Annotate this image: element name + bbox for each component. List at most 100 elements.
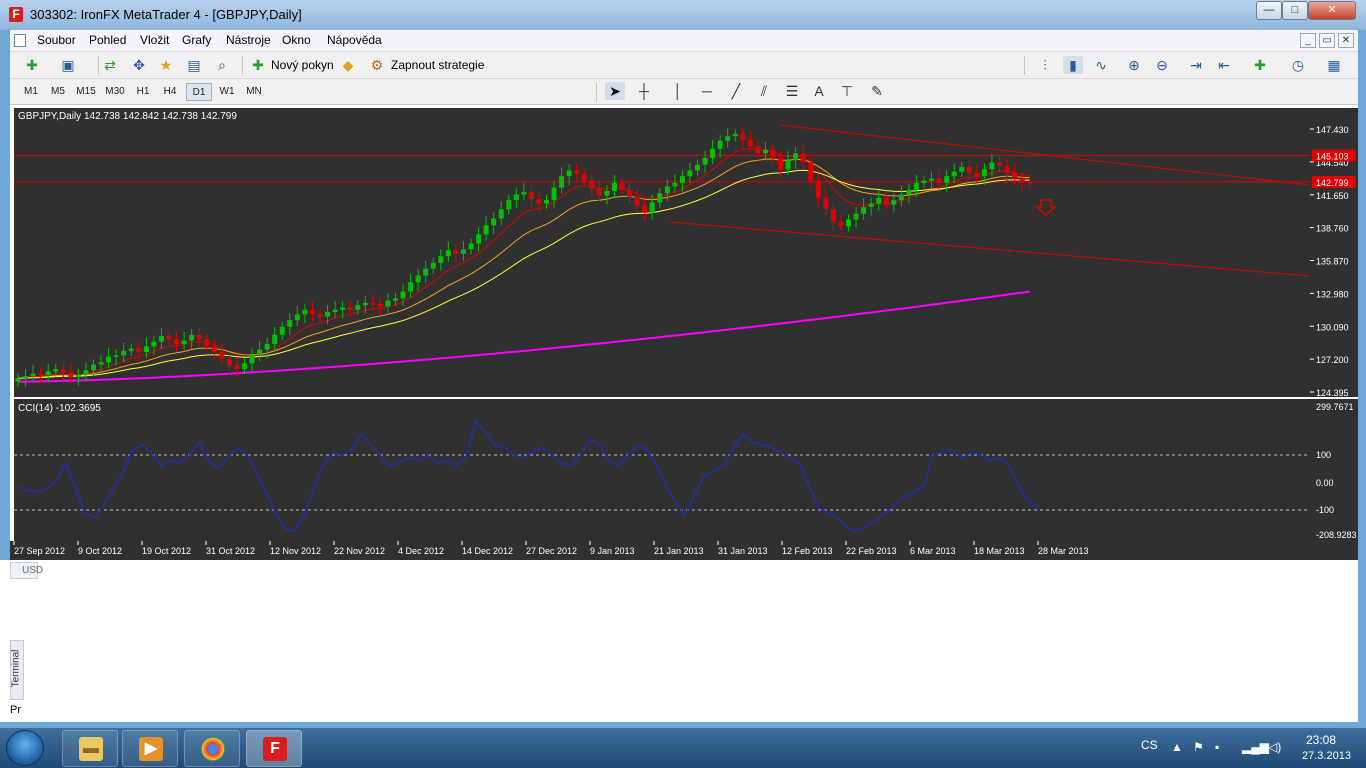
candle-body	[279, 326, 285, 335]
chrome-icon	[201, 737, 225, 761]
candle-body	[347, 307, 353, 310]
mt4-tray-icon[interactable]: ▪	[1215, 740, 1219, 754]
chart-shift-icon[interactable]: ⇤	[1214, 56, 1234, 74]
taskbar-explorer[interactable]: ▬	[62, 730, 118, 767]
terminal-panel[interactable]	[0, 560, 1358, 722]
indicators-icon[interactable]: ✚	[1250, 56, 1270, 74]
window-titlebar[interactable]: F 303302: IronFX MetaTrader 4 - [GBPJPY,…	[0, 0, 1366, 30]
action-center-icon[interactable]: ⚑	[1193, 740, 1204, 754]
strategy-tester-icon[interactable]: ⌕	[212, 56, 232, 74]
zoom-out-icon[interactable]: ⊖	[1152, 56, 1172, 74]
minimize-button[interactable]: —	[1256, 1, 1282, 20]
menu-napoveda[interactable]: Nápověda	[327, 33, 382, 47]
timeframe-m1[interactable]: M1	[18, 83, 44, 101]
terminal-tab-usd[interactable]: USD	[10, 562, 43, 579]
candle-body	[415, 275, 421, 283]
arrows-icon[interactable]: ✎	[867, 82, 887, 100]
menu-nastroje[interactable]: Nástroje	[226, 33, 271, 47]
taskbar-media-player[interactable]: ▶	[122, 730, 178, 767]
new-order-button[interactable]: Nový pokyn	[271, 58, 334, 72]
menu-okno[interactable]: Okno	[282, 33, 311, 47]
bar-chart-icon[interactable]: ⫶	[1035, 56, 1055, 74]
start-button[interactable]	[6, 730, 44, 766]
price-label: 127.200	[1316, 355, 1349, 365]
fibonacci-icon[interactable]: ☰	[782, 82, 802, 100]
candle-body	[257, 349, 263, 356]
chart-canvas[interactable]: GBPJPY,Daily 142.738 142.842 142.738 142…	[10, 105, 1358, 560]
menu-soubor[interactable]: Soubor	[37, 33, 76, 47]
candle-body	[800, 153, 806, 163]
timeframe-d1[interactable]: D1	[186, 83, 212, 101]
timeframe-m30[interactable]: M30	[102, 83, 128, 101]
candle-body	[302, 309, 308, 315]
zoom-in-icon[interactable]: ⊕	[1124, 56, 1144, 74]
media-player-icon: ▶	[139, 737, 163, 761]
terminal-row-label: Pr	[10, 704, 21, 716]
text-icon[interactable]: A	[809, 82, 829, 100]
candle-body	[649, 202, 655, 213]
templates-icon[interactable]: ▦	[1324, 56, 1344, 74]
network-icon[interactable]: ▂▄▆	[1242, 740, 1269, 754]
taskbar-metatrader[interactable]: F	[246, 730, 302, 767]
periods-icon[interactable]: ◷	[1288, 56, 1308, 74]
terminal-label: Terminal	[10, 649, 22, 688]
terminal-side-tab[interactable]: Terminal	[10, 640, 24, 700]
clock-date[interactable]: 27.3.2013	[1302, 750, 1351, 762]
cci-scale-label: -208.9283	[1316, 530, 1357, 540]
auto-scroll-icon[interactable]: ⇥	[1186, 56, 1206, 74]
vertical-line-icon[interactable]: │	[668, 82, 688, 100]
candlestick-chart-icon[interactable]: ▮	[1063, 56, 1083, 74]
menu-vlozit[interactable]: Vložit	[140, 33, 169, 47]
candle-body	[642, 205, 648, 213]
candle-body	[913, 183, 919, 190]
metaeditor-icon[interactable]: ◆	[338, 56, 358, 74]
timeframe-h1[interactable]: H1	[130, 83, 156, 101]
maximize-button[interactable]: □	[1282, 1, 1308, 20]
market-watch-icon[interactable]: ⇄	[100, 56, 120, 74]
line-chart-icon[interactable]: ∿	[1091, 56, 1111, 74]
cursor-icon[interactable]: ➤	[605, 82, 625, 100]
candle-body	[219, 351, 225, 359]
taskbar-chrome[interactable]	[184, 730, 240, 767]
candle-body	[438, 256, 444, 263]
document-icon[interactable]	[14, 34, 26, 47]
timeframe-h4[interactable]: H4	[157, 83, 183, 101]
timeframe-mn[interactable]: MN	[241, 83, 267, 101]
cci-pane[interactable]: CCI(14) -102.3695 299.7671 100 0.00 -100 -20…	[14, 397, 1358, 541]
close-button[interactable]: ✕	[1308, 1, 1356, 20]
chart-window[interactable]: GBPJPY,Daily 142.738 142.842 142.738 142…	[10, 105, 1358, 560]
volume-icon[interactable]: ◁)	[1268, 740, 1281, 754]
terminal-icon[interactable]: ▤	[184, 56, 204, 74]
timeframe-m15[interactable]: M15	[73, 83, 99, 101]
price-pane[interactable]: GBPJPY,Daily 142.738 142.842 142.738 142…	[14, 108, 1358, 398]
language-indicator[interactable]: CS	[1141, 738, 1158, 752]
timeframe-m5[interactable]: M5	[45, 83, 71, 101]
menu-pohled[interactable]: Pohled	[89, 33, 126, 47]
timeframe-w1[interactable]: W1	[214, 83, 240, 101]
show-hidden-icons-icon[interactable]: ▲	[1171, 740, 1183, 754]
menu-grafy[interactable]: Grafy	[182, 33, 211, 47]
mdi-close-button[interactable]: ✕	[1338, 33, 1354, 48]
candle-body	[1019, 178, 1025, 182]
new-chart-icon[interactable]: ✚	[22, 56, 42, 74]
horizontal-line-icon[interactable]: ─	[697, 82, 717, 100]
clock-time[interactable]: 23:08	[1306, 733, 1336, 747]
candle-body	[1004, 165, 1010, 173]
candle-body	[408, 282, 414, 292]
candle-body	[287, 320, 293, 327]
profiles-icon[interactable]: ▣	[58, 56, 78, 74]
navigator-icon[interactable]: ★	[156, 56, 176, 74]
mdi-restore-button[interactable]: ▭	[1319, 33, 1335, 48]
data-window-icon[interactable]: ✥	[129, 56, 149, 74]
candle-body	[679, 176, 685, 184]
mdi-minimize-button[interactable]: _	[1300, 33, 1316, 48]
candle-body	[181, 340, 187, 344]
text-label-icon[interactable]: ⊤	[837, 82, 857, 100]
equidistant-channel-icon[interactable]: ⫽	[754, 82, 774, 100]
candle-body	[385, 300, 391, 307]
toggle-strategies-button[interactable]: Zapnout strategie	[391, 58, 484, 72]
trendline-icon[interactable]: ╱	[726, 82, 746, 100]
expert-advisors-icon[interactable]: ⚙	[367, 56, 387, 74]
crosshair-icon[interactable]: ┼	[634, 82, 654, 100]
new-order-icon[interactable]: ✚	[248, 56, 268, 74]
